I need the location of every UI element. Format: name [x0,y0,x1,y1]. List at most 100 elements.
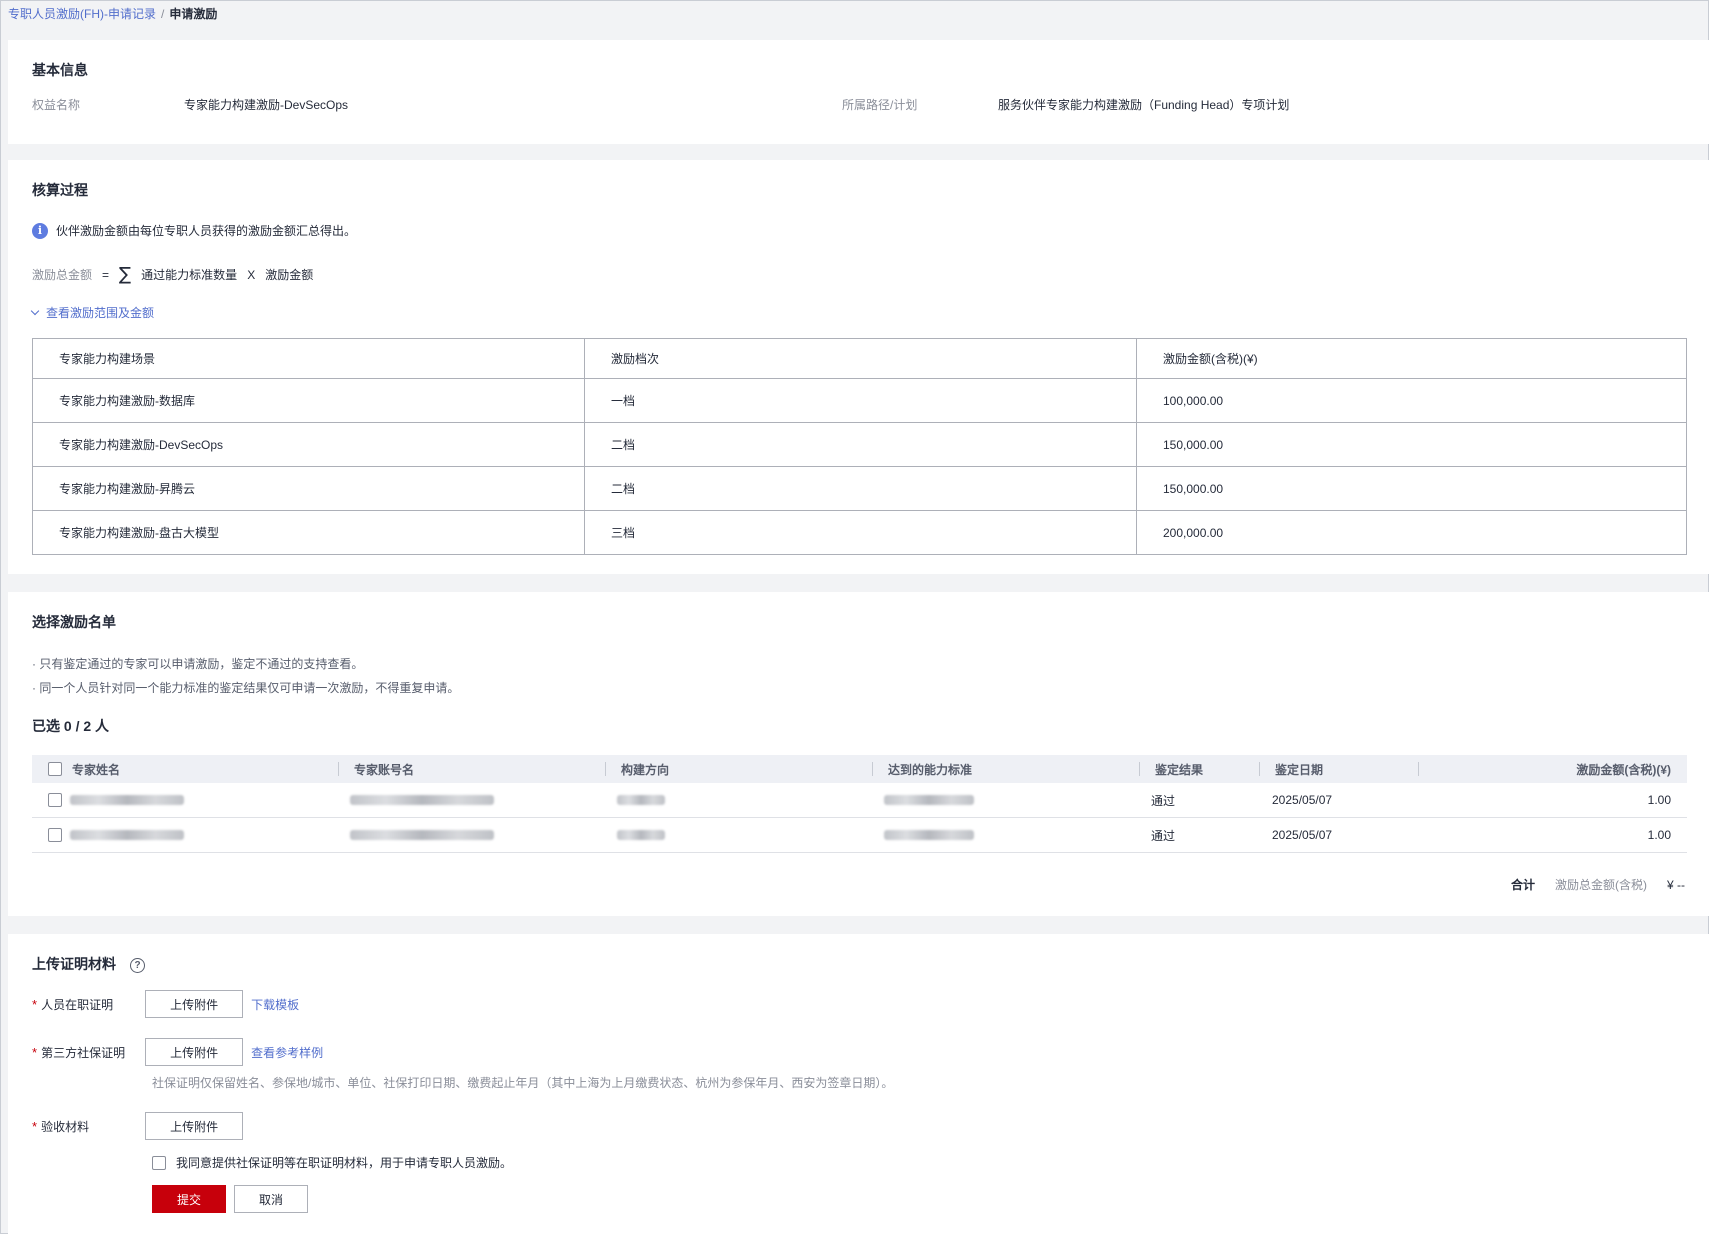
table-row: 通过 2025/05/07 1.00 [32,783,1687,818]
table-cell: 三档 [584,510,1137,555]
submit-button[interactable]: 提交 [152,1185,226,1213]
sigma-icon: ∑ [119,264,132,285]
col-result: 鉴定结果 [1155,762,1204,777]
view-sample-link[interactable]: 查看参考样例 [251,1044,323,1061]
redacted-name [70,818,184,852]
amount-cell: 1.00 [1647,793,1671,807]
redacted-account [350,783,494,817]
selected-count: 已选 0 / 2 人 [32,718,110,734]
upload-acceptance-button[interactable]: 上传附件 [145,1112,244,1140]
date-cell: 2025/05/07 [1272,828,1333,842]
acceptance-row: * 验收材料 上传附件 [32,1112,244,1140]
formula-lhs: 激励总金额 [32,268,93,282]
selection-title: 选择激励名单 [32,614,116,630]
formula-term1: 通过能力标准数量 [141,268,238,282]
table-row: 专家能力构建激励-昇腾云 二档 150,000.00 [32,466,1687,511]
upload-title: 上传证明材料? [32,954,145,974]
table-row: 专家能力构建激励-DevSecOps 二档 150,000.00 [32,422,1687,467]
redacted-standard [884,783,974,817]
row-checkbox[interactable] [48,783,62,817]
col-amount: 激励金额(含税)(¥) [1576,762,1671,777]
table-cell: 专家能力构建激励-DevSecOps [32,422,585,467]
rights-name-value: 专家能力构建激励-DevSecOps [184,98,349,112]
agree-checkbox[interactable] [152,1155,166,1170]
redacted-account [350,818,494,852]
redacted-direction [617,783,665,817]
upload-social-button[interactable]: 上传附件 [145,1038,244,1066]
form-actions: 提交 取消 [152,1185,308,1213]
upload-card: 上传证明材料? * 人员在职证明 上传附件 下载模板 * 第三方社保证明 上传附… [8,934,1709,1234]
selection-notes: · 只有鉴定通过的专家可以申请激励，鉴定不通过的支持查看。 · 同一个人员针对同… [32,652,459,700]
formula-times: X [247,267,256,282]
table-cell: 100,000.00 [1136,378,1687,423]
range-toggle-label: 查看激励范围及金额 [46,306,155,320]
basic-info-title: 基本信息 [32,62,88,78]
help-icon[interactable]: ? [130,958,145,973]
required-mark: * [32,1044,38,1060]
formula: 激励总金额 = ∑ 通过能力标准数量 X 激励金额 [32,264,313,285]
info-text: 伙伴激励金额由每位专职人员获得的激励金额汇总得出。 [56,224,357,238]
selection-card: 选择激励名单 · 只有鉴定通过的专家可以申请激励，鉴定不通过的支持查看。 · 同… [8,592,1709,916]
acceptance-label: 验收材料 [41,1119,90,1134]
table-header: 激励档次 [584,338,1137,379]
path-value: 服务伙伴专家能力构建激励（Funding Head）专项计划 [998,98,1290,112]
table-cell: 200,000.00 [1136,510,1687,555]
chevron-down-icon [30,306,40,315]
agree-row: 我同意提供社保证明等在职证明材料，用于申请专职人员激励。 [152,1154,512,1171]
table-cell: 150,000.00 [1136,422,1687,467]
result-cell: 通过 [1151,793,1176,808]
table-cell: 二档 [584,422,1137,467]
upload-title-text: 上传证明材料 [32,956,116,972]
breadcrumb: 专职人员激励(FH)-申请记录 / 申请激励 [8,5,217,22]
date-cell: 2025/05/07 [1272,793,1333,807]
table-header: 激励金额(含税)(¥) [1136,338,1687,379]
employment-proof-row: * 人员在职证明 上传附件 下载模板 [32,990,299,1018]
range-toggle[interactable]: 查看激励范围及金额 [30,304,155,321]
col-name: 专家姓名 [72,762,121,777]
row-checkbox[interactable] [48,818,62,852]
col-account: 专家账号名 [354,762,415,777]
cancel-button[interactable]: 取消 [234,1185,308,1213]
note-line: · 只有鉴定通过的专家可以申请激励，鉴定不通过的支持查看。 [32,657,364,671]
total-label: 合计 [1510,878,1535,892]
employment-proof-label: 人员在职证明 [41,997,114,1012]
amount-cell: 1.00 [1647,828,1671,842]
table-cell: 专家能力构建激励-昇腾云 [32,466,585,511]
expert-table: 专家姓名 专家账号名 构建方向 达到的能力标准 鉴定结果 鉴定日期 激励金额(含… [32,755,1687,853]
total-summary: 合计 激励总金额(含税) ¥ -- [1511,876,1685,893]
redacted-standard [884,818,974,852]
social-proof-label: 第三方社保证明 [41,1045,126,1060]
required-mark: * [32,1118,38,1134]
col-date: 鉴定日期 [1275,762,1324,777]
range-table: 专家能力构建场景 激励档次 激励金额(含税)(¥) 专家能力构建激励-数据库 一… [32,338,1687,555]
calculation-card: 核算过程 i 伙伴激励金额由每位专职人员获得的激励金额汇总得出。 激励总金额 =… [8,160,1709,574]
total-value: ¥ -- [1667,877,1685,892]
table-cell: 一档 [584,378,1137,423]
redacted-direction [617,818,665,852]
select-all-checkbox[interactable] [48,755,62,783]
download-template-link[interactable]: 下载模板 [251,996,299,1013]
required-mark: * [32,996,38,1012]
formula-term2: 激励金额 [265,268,314,282]
table-cell: 二档 [584,466,1137,511]
path-label: 所属路径/计划 [842,98,918,112]
info-notice: i 伙伴激励金额由每位专职人员获得的激励金额汇总得出。 [32,222,356,239]
redacted-name [70,783,184,817]
table-header: 专家能力构建场景 [32,338,585,379]
expert-table-header: 专家姓名 专家账号名 构建方向 达到的能力标准 鉴定结果 鉴定日期 激励金额(含… [32,755,1687,783]
col-standard: 达到的能力标准 [888,762,973,777]
formula-equals: = [102,267,110,282]
table-cell: 150,000.00 [1136,466,1687,511]
breadcrumb-parent-link[interactable]: 专职人员激励(FH)-申请记录 [8,7,156,21]
upload-employment-button[interactable]: 上传附件 [145,990,244,1018]
info-icon: i [32,222,48,239]
rights-name-label: 权益名称 [32,98,81,112]
breadcrumb-current: 申请激励 [169,7,218,21]
col-direction: 构建方向 [621,762,670,777]
table-row: 通过 2025/05/07 1.00 [32,818,1687,853]
table-header-row: 专家能力构建场景 激励档次 激励金额(含税)(¥) [32,338,1687,379]
social-proof-row: * 第三方社保证明 上传附件 查看参考样例 [32,1038,323,1066]
basic-info-card: 基本信息 权益名称 专家能力构建激励-DevSecOps 所属路径/计划 服务伙… [8,40,1709,144]
agree-text: 我同意提供社保证明等在职证明材料，用于申请专职人员激励。 [176,1156,513,1170]
table-row: 专家能力构建激励-盘古大模型 三档 200,000.00 [32,510,1687,555]
